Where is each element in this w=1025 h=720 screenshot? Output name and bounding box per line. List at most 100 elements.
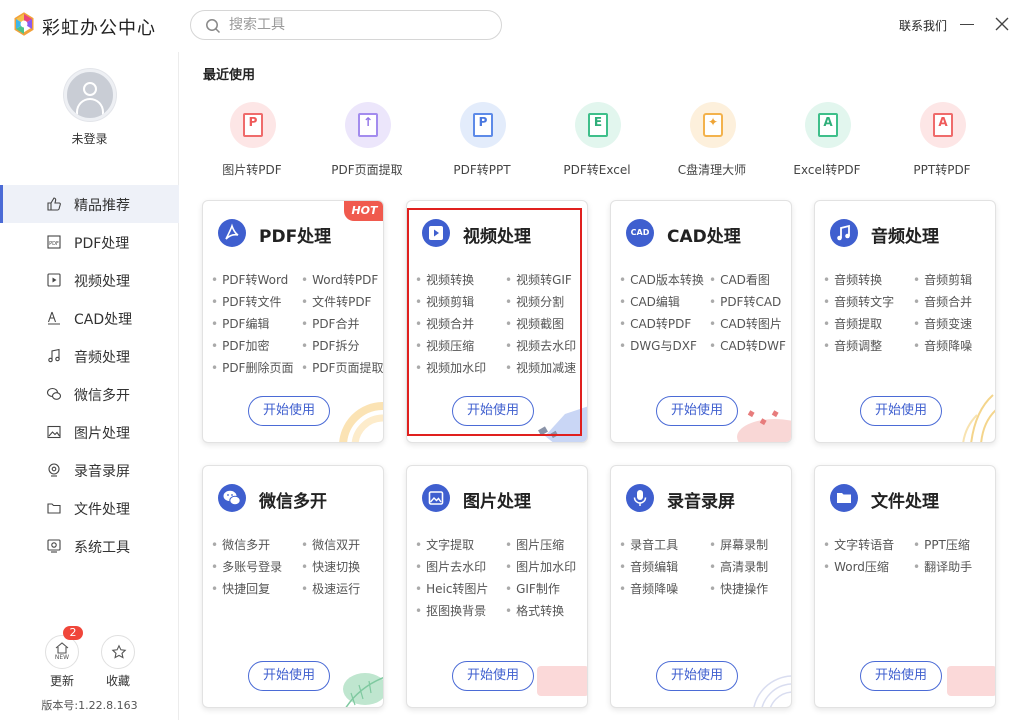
excel-to-pdf-icon: A — [805, 102, 851, 148]
card-item[interactable]: PDF转CAD — [709, 293, 781, 310]
card-item[interactable]: 视频加水印 — [415, 359, 486, 376]
card-item[interactable]: 文字提取 — [415, 536, 474, 553]
sidebar-item-audio[interactable]: 音频处理 — [0, 337, 179, 375]
sidebar-item-system[interactable]: 系统工具 — [0, 527, 179, 565]
card-item[interactable]: 高清录制 — [709, 558, 768, 575]
recent-item-ppt-to-pdf[interactable]: A PPT转PDF — [892, 100, 992, 180]
card-item[interactable]: CAD看图 — [709, 271, 770, 288]
card-item[interactable]: 抠图换背景 — [415, 602, 486, 619]
user-body-icon — [76, 98, 104, 116]
start-button[interactable]: 开始使用 — [452, 396, 534, 426]
card-item[interactable]: Word转PDF — [301, 271, 378, 288]
card-item[interactable]: 音频转文字 — [823, 293, 894, 310]
card-item[interactable]: 格式转换 — [505, 602, 564, 619]
card-item[interactable]: 录音工具 — [619, 536, 678, 553]
start-button[interactable]: 开始使用 — [452, 661, 534, 691]
update-button[interactable]: NEW — [45, 635, 79, 669]
card-item[interactable]: PDF拆分 — [301, 337, 359, 354]
pdf-icon: PDF — [47, 235, 61, 249]
music-note-icon — [830, 219, 858, 247]
card-item[interactable]: PDF编辑 — [211, 315, 269, 332]
close-icon[interactable] — [994, 16, 1010, 32]
card-item[interactable]: PDF页面提取 — [301, 359, 383, 376]
sidebar-item-video[interactable]: 视频处理 — [0, 261, 179, 299]
sidebar-item-image[interactable]: 图片处理 — [0, 413, 179, 451]
start-button[interactable]: 开始使用 — [860, 661, 942, 691]
start-button[interactable]: 开始使用 — [248, 396, 330, 426]
card-item[interactable]: 屏幕录制 — [709, 536, 768, 553]
sidebar-item-wechat[interactable]: 微信多开 — [0, 375, 179, 413]
card-item[interactable]: 快捷操作 — [709, 580, 768, 597]
sidebar-item-pdf[interactable]: PDF PDF处理 — [0, 223, 179, 261]
card-item[interactable]: 视频转换 — [415, 271, 474, 288]
sidebar-item-record[interactable]: 录音录屏 — [0, 451, 179, 489]
card-item[interactable]: 快速切换 — [301, 558, 360, 575]
card-item[interactable]: CAD编辑 — [619, 293, 680, 310]
recent-item-disk-clean[interactable]: ✦ C盘清理大师 — [662, 100, 762, 180]
start-button[interactable]: 开始使用 — [248, 661, 330, 691]
card-item[interactable]: 文件转PDF — [301, 293, 371, 310]
start-button[interactable]: 开始使用 — [656, 396, 738, 426]
recent-item-label: PDF页面提取 — [331, 163, 403, 177]
card-item[interactable]: CAD转DWF — [709, 337, 786, 354]
card-item[interactable]: Heic转图片 — [415, 580, 488, 597]
card-item[interactable]: 多账号登录 — [211, 558, 282, 575]
search-box[interactable] — [190, 10, 502, 40]
card-item[interactable]: 文字转语音 — [823, 536, 894, 553]
card-item[interactable]: PDF合并 — [301, 315, 359, 332]
card-item[interactable]: 视频分割 — [505, 293, 564, 310]
card-item[interactable]: Word压缩 — [823, 558, 889, 575]
card-item[interactable]: 音频降噪 — [619, 580, 678, 597]
card-item[interactable]: 翻译助手 — [913, 558, 972, 575]
card-item[interactable]: DWG与DXF — [619, 337, 697, 354]
sidebar-item-cad[interactable]: CAD处理 — [0, 299, 179, 337]
card-item[interactable]: 图片压缩 — [505, 536, 564, 553]
favorite-button[interactable] — [101, 635, 135, 669]
card-item[interactable]: 视频截图 — [505, 315, 564, 332]
card-item[interactable]: 音频降噪 — [913, 337, 972, 354]
recent-item-image-to-pdf[interactable]: P 图片转PDF — [202, 100, 302, 180]
image-to-pdf-icon: P — [230, 102, 276, 148]
card-item[interactable]: 音频编辑 — [619, 558, 678, 575]
recent-item-excel-to-pdf[interactable]: A Excel转PDF — [777, 100, 877, 180]
card-item[interactable]: CAD转图片 — [709, 315, 782, 332]
card-item[interactable]: 图片加水印 — [505, 558, 576, 575]
card-item[interactable]: 视频转GIF — [505, 271, 572, 288]
start-button[interactable]: 开始使用 — [656, 661, 738, 691]
card-item[interactable]: PDF加密 — [211, 337, 269, 354]
card-item[interactable]: PDF转Word — [211, 271, 288, 288]
card-item[interactable]: GIF制作 — [505, 580, 560, 597]
avatar[interactable] — [64, 69, 116, 121]
recent-item-pdf-extract[interactable]: ↑ PDF页面提取 — [317, 100, 417, 180]
card-item[interactable]: 音频调整 — [823, 337, 882, 354]
card-item[interactable]: PDF转文件 — [211, 293, 281, 310]
login-status[interactable]: 未登录 — [0, 130, 179, 147]
card-item[interactable]: CAD转PDF — [619, 315, 691, 332]
sidebar-item-featured[interactable]: 精品推荐 — [0, 185, 179, 223]
recent-item-pdf-to-excel[interactable]: E PDF转Excel — [547, 100, 647, 180]
card-item[interactable]: 视频加减速 — [505, 359, 576, 376]
card-item[interactable]: 音频剪辑 — [913, 271, 972, 288]
sidebar-item-file[interactable]: 文件处理 — [0, 489, 179, 527]
card-item[interactable]: 微信双开 — [301, 536, 360, 553]
contact-us-link[interactable]: 联系我们 — [899, 17, 947, 34]
card-item[interactable]: 音频变速 — [913, 315, 972, 332]
card-item[interactable]: CAD版本转换 — [619, 271, 704, 288]
card-item[interactable]: PPT压缩 — [913, 536, 970, 553]
card-item[interactable]: 音频合并 — [913, 293, 972, 310]
minimize-button[interactable] — [960, 24, 974, 25]
card-item[interactable]: 视频剪辑 — [415, 293, 474, 310]
card-item[interactable]: 图片去水印 — [415, 558, 486, 575]
card-item[interactable]: 快捷回复 — [211, 580, 270, 597]
card-item[interactable]: PDF删除页面 — [211, 359, 293, 376]
card-item[interactable]: 音频提取 — [823, 315, 882, 332]
card-item[interactable]: 极速运行 — [301, 580, 360, 597]
recent-item-pdf-to-ppt[interactable]: P PDF转PPT — [432, 100, 532, 180]
card-item[interactable]: 音频转换 — [823, 271, 882, 288]
card-item[interactable]: 视频合并 — [415, 315, 474, 332]
card-item[interactable]: 视频压缩 — [415, 337, 474, 354]
card-item[interactable]: 微信多开 — [211, 536, 270, 553]
start-button[interactable]: 开始使用 — [860, 396, 942, 426]
search-input[interactable] — [229, 15, 479, 35]
card-item[interactable]: 视频去水印 — [505, 337, 576, 354]
